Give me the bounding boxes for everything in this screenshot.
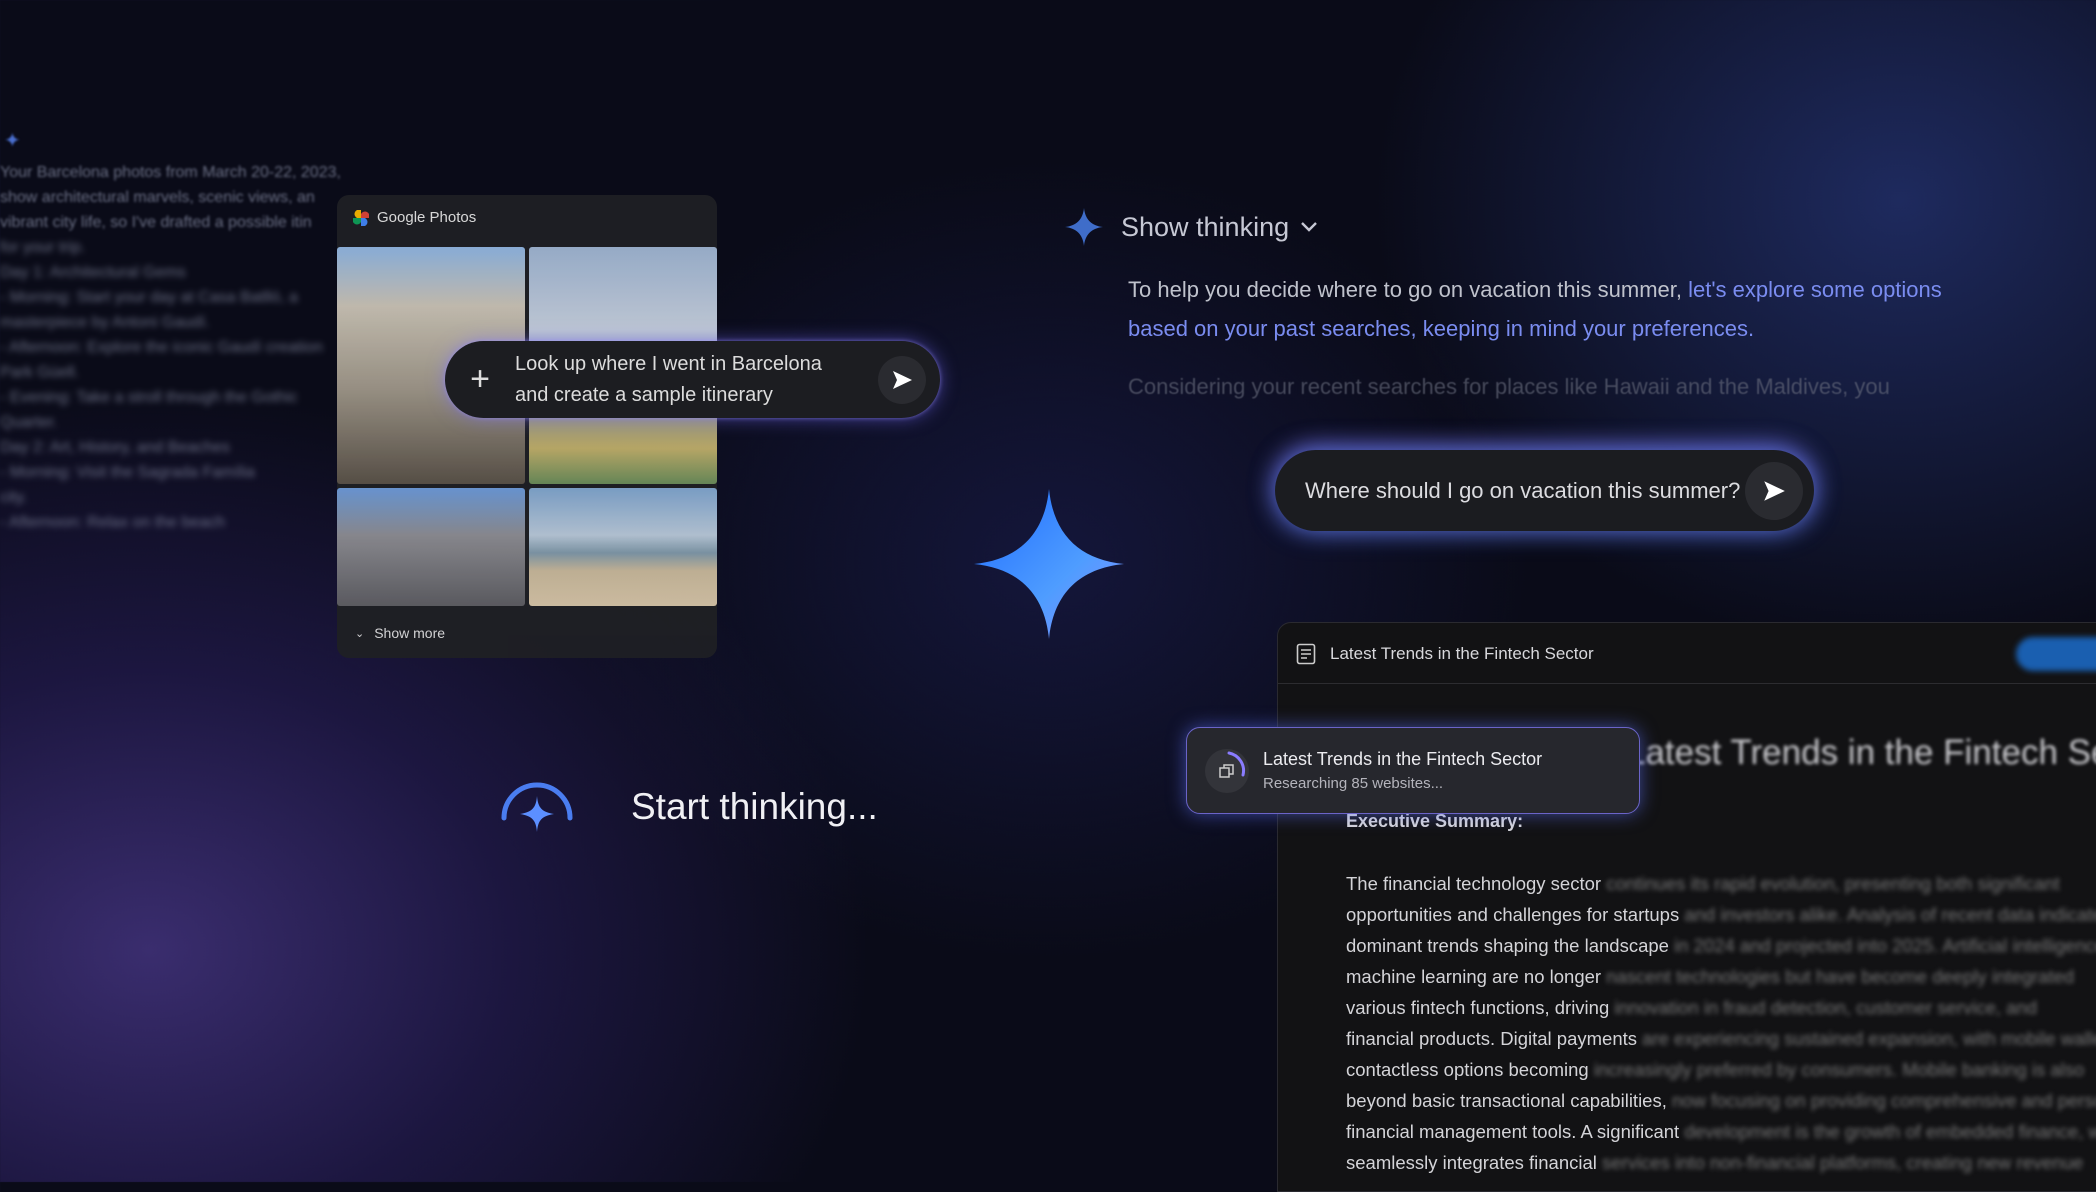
body-line: seamlessly integrates financial services… — [1346, 1152, 2084, 1173]
body-line: contactless options becoming increasingl… — [1346, 1059, 2085, 1080]
google-photos-icon — [353, 209, 369, 226]
send-icon — [1764, 480, 1785, 501]
chat-line: vibrant city life, so I've drafted a pos… — [0, 214, 312, 231]
show-more-button[interactable]: ⌄ Show more — [355, 625, 445, 641]
research-card-status: Researching 85 websites... — [1263, 775, 1444, 792]
prompt-line: Look up where I went in Barcelona — [515, 352, 822, 375]
chat-line: show architectural marvels, scenic views… — [0, 189, 315, 206]
vacation-prompt-input[interactable]: Where should I go on vacation this summe… — [1275, 450, 1814, 531]
photo-sagrada-familia[interactable] — [337, 488, 525, 606]
body-line: various fintech functions, driving innov… — [1346, 997, 2038, 1018]
body-line: machine learning are no longer nascent t… — [1346, 966, 2075, 987]
fintech-document-panel: Latest Trends in the Fintech Sector Late… — [1277, 622, 2096, 1192]
paragraph-text: To help you decide where to go on vacati… — [1128, 277, 1689, 302]
divider — [1278, 683, 2096, 684]
plus-icon[interactable]: + — [445, 360, 515, 399]
chat-line: Your Barcelona photos from March 20-22, … — [0, 164, 341, 181]
body-line: beyond basic transactional capabilities,… — [1346, 1090, 2096, 1111]
thinking-spinner-icon — [501, 782, 573, 832]
barcelona-prompt-input[interactable]: + Look up where I went in Barcelona and … — [445, 341, 940, 418]
left-chat-response: Your Barcelona photos from March 20-22, … — [0, 160, 360, 535]
research-card-text: Latest Trends in the Fintech Sector Rese… — [1263, 749, 1542, 792]
document-header-title: Latest Trends in the Fintech Sector — [1330, 644, 1594, 663]
chat-line: for your trip. — [0, 239, 86, 256]
document-body: The financial technology sector continue… — [1346, 868, 2096, 1178]
document-icon — [1296, 643, 1316, 665]
photo-beach[interactable] — [529, 488, 717, 606]
google-photos-title: Google Photos — [377, 209, 477, 226]
photo-grid — [337, 247, 717, 606]
body-line: financial products. Digital payments are… — [1346, 1028, 2096, 1049]
send-button[interactable] — [1745, 461, 1803, 520]
thinking-paragraph: To help you decide where to go on vacati… — [1128, 270, 1988, 348]
research-card-title: Latest Trends in the Fintech Sector — [1263, 749, 1543, 769]
show-thinking-toggle[interactable]: Show thinking — [1065, 208, 1319, 246]
body-line: The financial technology sector continue… — [1346, 873, 2060, 894]
chat-line: - Morning: Visit the Sagrada Família — [0, 464, 255, 481]
research-progress-icon — [1205, 748, 1249, 793]
chat-line: - Morning: Start your day at Casa Batlló… — [0, 289, 298, 306]
left-sparkle-icon: ✦ — [4, 130, 21, 152]
google-photos-header: Google Photos — [353, 209, 476, 226]
prompt-text: Look up where I went in Barcelona and cr… — [515, 349, 878, 411]
chat-line: Park Güell. — [0, 364, 80, 381]
send-button[interactable] — [878, 355, 926, 404]
start-thinking-label: Start thinking... — [631, 786, 878, 827]
chat-line: city. — [0, 489, 28, 506]
document-title: Latest Trends in the Fintech Sector — [1626, 733, 2096, 772]
chat-line: Quarter. — [0, 414, 58, 431]
chat-line: - Afternoon: Explore the iconic Gaudí cr… — [0, 339, 323, 356]
chat-line: - Afternoon: Relax on the beach — [0, 514, 226, 531]
chevron-down-icon: ⌄ — [355, 627, 365, 640]
gemini-sparkle-icon — [974, 489, 1124, 639]
show-thinking-label: Show thinking — [1121, 211, 1290, 242]
chat-line: Day 2: Art, History, and Beaches — [0, 439, 231, 456]
google-photos-card: Google Photos ⌄ Show more — [337, 195, 717, 658]
thinking-fading-text: Considering your recent searches for pla… — [1128, 374, 1890, 399]
research-progress-card[interactable]: Latest Trends in the Fintech Sector Rese… — [1186, 727, 1640, 814]
body-line: opportunities and challenges for startup… — [1346, 904, 2096, 925]
chat-line: Day 1: Architectural Gems — [0, 264, 186, 281]
document-action-button[interactable] — [2016, 637, 2096, 671]
body-line: financial management tools. A significan… — [1346, 1121, 2096, 1142]
chat-line: masterpiece by Antoni Gaudí. — [0, 314, 210, 331]
sparkle-icon — [1065, 208, 1103, 246]
document-header: Latest Trends in the Fintech Sector — [1296, 643, 1594, 665]
body-line: dominant trends shaping the landscape in… — [1346, 935, 2096, 956]
prompt-line: and create a sample itinerary — [515, 383, 773, 406]
show-more-label: Show more — [374, 625, 446, 641]
start-thinking: Start thinking... — [492, 766, 878, 846]
executive-summary-heading: Executive Summary: — [1346, 811, 1524, 831]
send-icon — [893, 370, 912, 389]
vacation-prompt-text: Where should I go on vacation this summe… — [1305, 477, 1741, 503]
chat-line: - Evening: Take a stroll through the Got… — [0, 389, 298, 406]
chevron-down-icon — [1301, 222, 1317, 232]
